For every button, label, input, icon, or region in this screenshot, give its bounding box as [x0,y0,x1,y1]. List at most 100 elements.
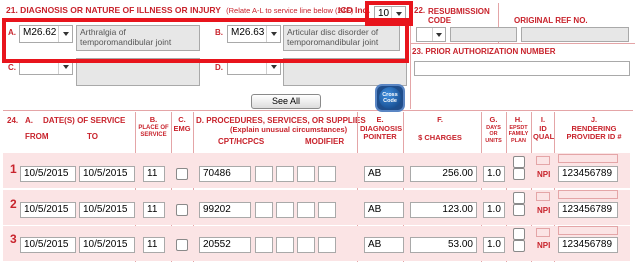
other-id-input[interactable] [558,154,618,163]
see-all-button[interactable]: See All [251,94,321,109]
section-divider [3,110,633,111]
header-d: D. PROCEDURES, SERVICES, OR SUPPLIES [196,116,366,125]
diagnosis-pointer-input[interactable]: AB [364,237,404,253]
modifier-input[interactable] [276,202,294,218]
family-plan-checkbox[interactable] [513,240,525,252]
provider-id-input[interactable]: 123456789 [558,202,618,218]
header-procedures: PROCEDURES, SERVICES, OR SUPPLIES [206,116,366,125]
provider-id-input[interactable]: 123456789 [558,237,618,253]
diagnosis-highlight-box [2,18,409,63]
row-number: 2 [10,197,17,211]
epsdt-checkbox[interactable] [513,156,525,168]
service-section-number: 24. [7,116,19,125]
cpt-input[interactable]: 20552 [199,237,251,253]
date-to-input[interactable]: 10/5/2015 [79,202,135,218]
id-qual-input[interactable] [536,192,550,201]
charges-input[interactable]: 256.00 [410,166,477,182]
id-qual-label: NPI [537,170,551,179]
id-qual-input[interactable] [536,156,550,165]
place-of-service-input[interactable]: 11 [143,202,165,218]
resubmission-label: RESUBMISSION [428,7,490,16]
header-b: B. PLACE OF SERVICE [137,115,170,139]
header-f-letter: F. [437,115,443,124]
header-g-letter: G. [489,115,498,124]
modifier-input[interactable] [276,237,294,253]
prior-authorization-label: 23. PRIOR AUTHORIZATION NUMBER [412,47,556,56]
family-plan-checkbox[interactable] [513,168,525,180]
header-to: TO [87,132,98,141]
header-i: I. ID QUAL [533,115,555,142]
date-from-input[interactable]: 10/5/2015 [20,202,76,218]
header-from: FROM [25,132,49,141]
header-id-qual: ID QUAL [533,123,555,141]
other-id-input[interactable] [558,226,618,235]
cpt-input[interactable]: 70486 [199,166,251,182]
epsdt-checkbox[interactable] [513,228,525,240]
header-charges: $ CHARGES [418,132,462,142]
header-g: G. DAYS OR UNITS [483,115,504,144]
id-qual-input[interactable] [536,228,550,237]
emg-checkbox[interactable] [176,239,188,251]
provider-id-input[interactable]: 123456789 [558,166,618,182]
prior-authorization-input[interactable] [414,61,630,76]
units-input[interactable]: 1.0 [483,202,505,218]
modifier-input[interactable] [318,202,336,218]
charges-input[interactable]: 53.00 [410,237,477,253]
modifier-input[interactable] [255,202,273,218]
emg-checkbox[interactable] [176,204,188,216]
header-h-letter: H. [514,115,523,124]
header-a-letter: A. [25,116,33,125]
header-cpt: CPT/HCPCS [218,137,265,146]
diagnosis-title-text: 21. DIAGNOSIS OR NATURE OF ILLNESS OR IN… [6,5,221,15]
emg-checkbox[interactable] [176,168,188,180]
date-to-input[interactable]: 10/5/2015 [79,166,135,182]
header-j: J. RENDERING PROVIDER ID # [555,115,633,142]
header-explain: (Explain unusual circumstances) [230,125,348,134]
modifier-input[interactable] [318,166,336,182]
resubmission-code-select[interactable] [416,27,446,42]
units-input[interactable]: 1.0 [483,237,505,253]
date-from-input[interactable]: 10/5/2015 [20,237,76,253]
header-dates-of-service: DATE(S) OF SERVICE [43,116,126,125]
epsdt-checkbox[interactable] [513,192,525,204]
icd-indicator-highlight-box [365,1,413,26]
header-c: C. EMG [172,115,192,133]
id-qual-label: NPI [537,206,551,215]
place-of-service-input[interactable]: 11 [143,166,165,182]
modifier-input[interactable] [297,166,315,182]
place-of-service-input[interactable]: 11 [143,237,165,253]
modifier-input[interactable] [276,166,294,182]
header-rendering-provider: RENDERING PROVIDER ID # [566,123,622,141]
family-plan-checkbox[interactable] [513,204,525,216]
row-number: 3 [10,232,17,246]
crosscode-logo-icon: Cross Code [379,87,401,109]
diagnosis-pointer-input[interactable]: AB [364,166,404,182]
header-epsdt: EPSDT FAMILY PLAN [508,124,529,144]
header-emg: EMG [173,123,191,133]
diag-letter-d: D. [215,63,223,72]
diagnosis-pointer-input[interactable]: AB [364,202,404,218]
crosscode-logo-button[interactable]: Cross Code [375,84,405,112]
date-from-input[interactable]: 10/5/2015 [20,166,76,182]
resubmission-number: 22. [414,6,426,15]
header-b-letter: B. [149,115,158,124]
other-id-input[interactable] [558,190,618,199]
diagnosis-section-title: 21. DIAGNOSIS OR NATURE OF ILLNESS OR IN… [6,5,353,16]
modifier-input[interactable] [297,202,315,218]
header-pointer: POINTER [363,132,397,141]
header-h: H. EPSDT FAMILY PLAN [507,115,530,144]
modifier-input[interactable] [255,237,273,253]
resubmission-code-input[interactable] [450,27,517,42]
modifier-input[interactable] [297,237,315,253]
date-to-input[interactable]: 10/5/2015 [79,237,135,253]
charges-input[interactable]: 123.00 [410,202,477,218]
modifier-input[interactable] [318,237,336,253]
cpt-input[interactable]: 99202 [199,202,251,218]
original-ref-input[interactable] [521,27,629,42]
header-d-letter: D. [196,116,204,125]
section-divider [410,43,635,44]
row-number: 1 [10,162,17,176]
modifier-input[interactable] [255,166,273,182]
original-ref-label: ORIGINAL REF NO. [514,16,588,25]
units-input[interactable]: 1.0 [483,166,505,182]
